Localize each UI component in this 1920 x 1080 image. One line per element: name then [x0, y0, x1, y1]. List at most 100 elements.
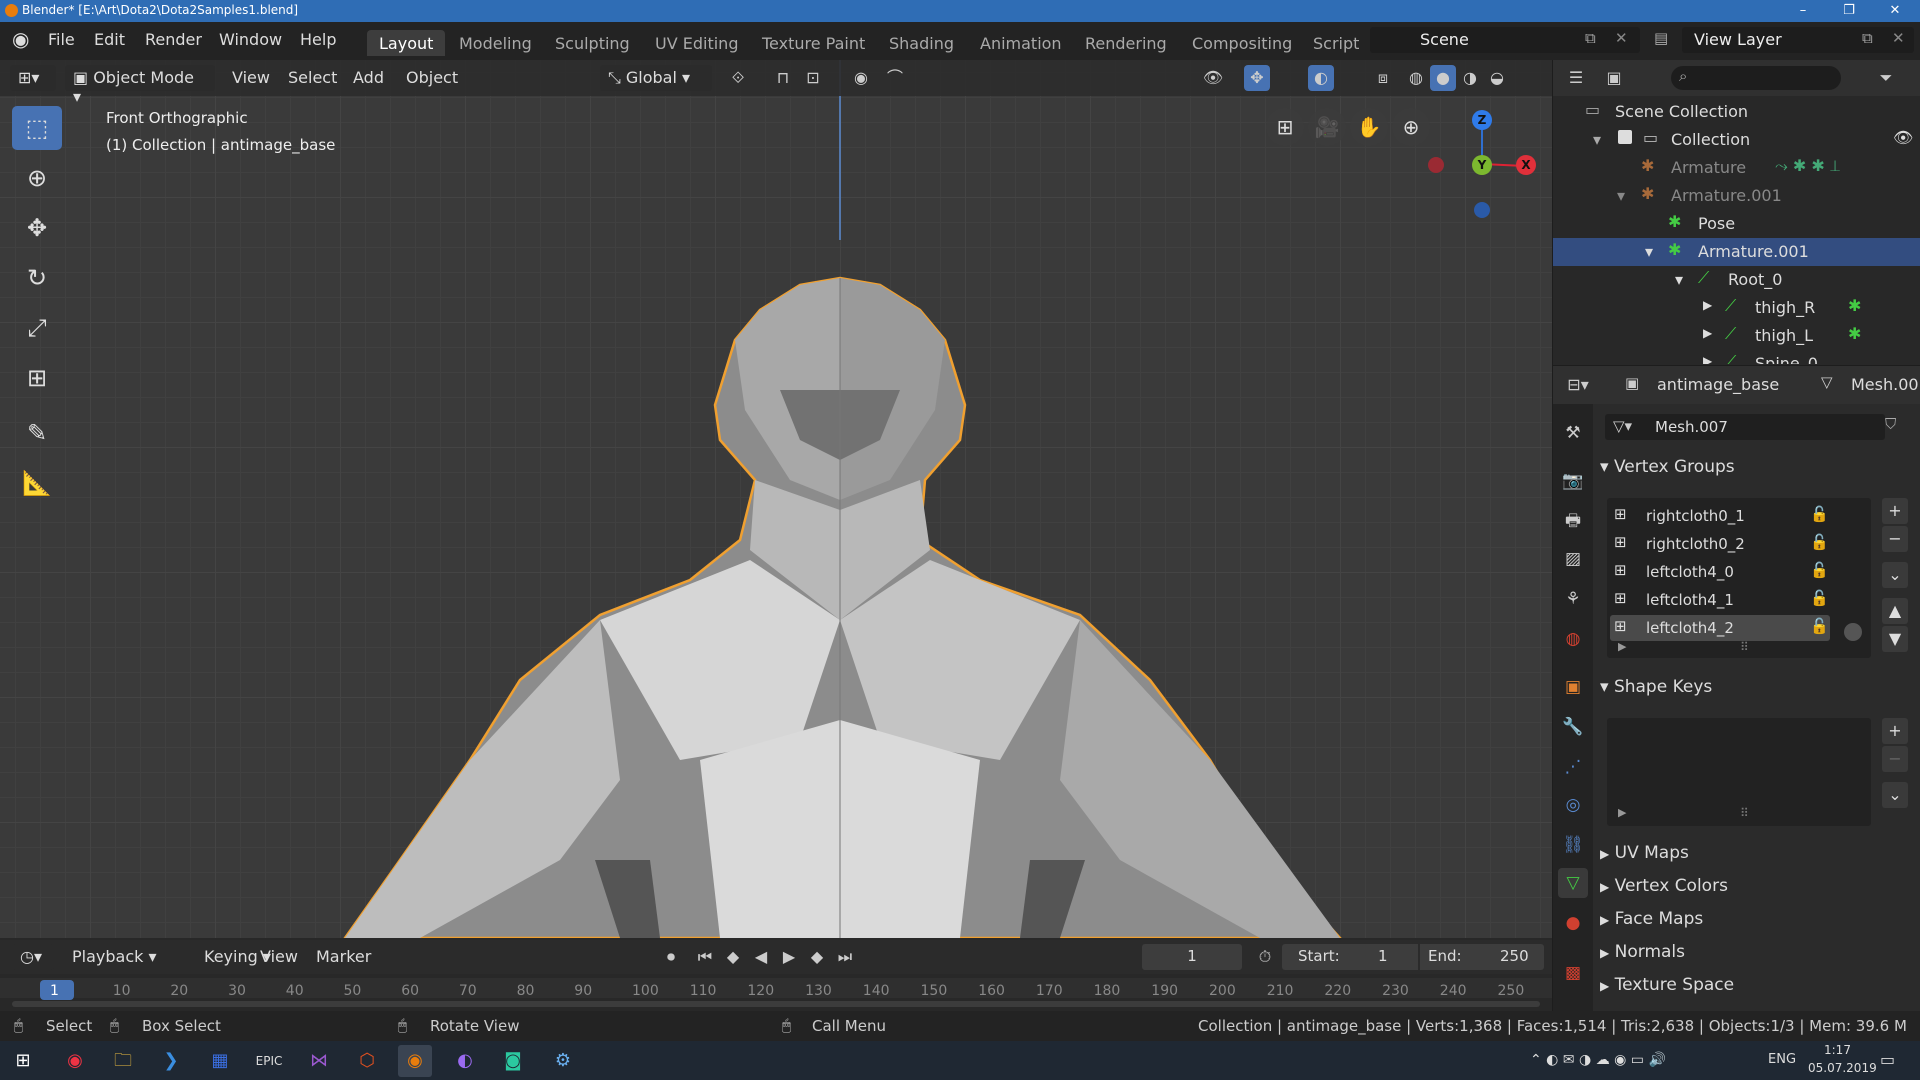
timeline-editor-type-icon[interactable]: ◷▾	[12, 944, 54, 970]
breadcrumb-object[interactable]: antimage_base	[1657, 375, 1779, 394]
blender-menu-icon[interactable]: ◉	[12, 27, 29, 51]
system-tray-icons[interactable]: ⌃ ◐ ✉ ◑ ☁ ◉ ▭ 🔊	[1530, 1052, 1666, 1068]
gizmo-z-axis[interactable]: Z	[1472, 110, 1492, 130]
panel-shape-keys-header[interactable]: ▾ Shape Keys	[1600, 677, 1910, 707]
lock-icon[interactable]: 🔓	[1810, 561, 1829, 579]
menu-help[interactable]: Help	[300, 30, 336, 49]
mesh-browse-icon[interactable]: ▽▾	[1613, 417, 1632, 435]
resize-handle-icon[interactable]: ⠿	[1740, 806, 1749, 820]
chat-app-icon[interactable]: ◙	[496, 1045, 530, 1077]
filter-expand-icon[interactable]: ▶	[1618, 640, 1626, 653]
xray-icon[interactable]: ⧈	[1370, 65, 1396, 91]
expand-arrow-icon[interactable]: ▶	[1703, 326, 1712, 340]
snap-target-icon[interactable]: ⊡	[800, 65, 826, 91]
outliner-search-input[interactable]: ⌕	[1671, 66, 1841, 90]
outliner-row-pose[interactable]: ✱ Pose	[1553, 210, 1920, 238]
tab-animation[interactable]: Animation	[968, 30, 1074, 56]
delete-view-layer-icon[interactable]: ✕	[1892, 29, 1905, 47]
fake-user-shield-icon[interactable]: ⛉	[1885, 415, 1896, 433]
list-item[interactable]: ⊞ leftcloth4_2 🔓	[1610, 615, 1830, 641]
notification-center-icon[interactable]: ▭	[1880, 1050, 1895, 1069]
playback-menu[interactable]: Playback ▾	[64, 944, 165, 970]
outliner-filter-view-icon[interactable]: ▣	[1601, 65, 1627, 91]
panel-face-maps-header[interactable]: ▶ Face Maps	[1600, 909, 1910, 939]
chrome-icon[interactable]: ◉	[58, 1045, 92, 1077]
mesh-data-tab-icon[interactable]: ▽	[1558, 868, 1588, 898]
tab-uv-editing[interactable]: UV Editing	[643, 30, 750, 56]
list-item[interactable]: ⊞ leftcloth4_1 🔓	[1610, 587, 1830, 613]
shape-key-menu-button[interactable]: ⌄	[1882, 782, 1908, 808]
timeline-view-menu[interactable]: View	[252, 944, 306, 970]
tab-texture-paint[interactable]: Texture Paint	[750, 30, 877, 56]
lock-icon[interactable]: 🔓	[1810, 533, 1829, 551]
filter-expand-icon[interactable]: ▶	[1618, 806, 1626, 819]
list-item[interactable]: ⊞ leftcloth4_0 🔓	[1610, 559, 1830, 585]
preview-range-icon[interactable]: ⏱	[1252, 944, 1278, 970]
resize-handle-icon[interactable]: ⠿	[1740, 640, 1749, 654]
overlay-toggle-icon[interactable]: ◐	[1308, 65, 1334, 91]
eye-icon[interactable]: 👁	[1893, 128, 1913, 147]
menu-select[interactable]: Select	[280, 65, 345, 91]
remove-shape-key-button[interactable]: −	[1882, 746, 1908, 772]
select-box-tool-icon[interactable]: ⬚	[12, 106, 62, 150]
clock-date[interactable]: 05.07.2019	[1808, 1061, 1877, 1075]
expand-arrow-icon[interactable]: ▾	[1617, 186, 1625, 205]
view-layer-tab-icon[interactable]: ▨	[1558, 544, 1588, 574]
marker-menu[interactable]: Marker	[308, 944, 379, 970]
scale-tool-icon[interactable]: ⤢	[12, 306, 62, 350]
prev-keyframe-icon[interactable]: ◆	[720, 944, 746, 970]
outliner-row-spine[interactable]: ▶ ⟋ Spine_0	[1553, 350, 1920, 364]
wireframe-shading-icon[interactable]: ◍	[1403, 65, 1429, 91]
scene-selector[interactable]: Scene ⧉ ✕	[1370, 27, 1640, 53]
menu-object[interactable]: Object	[398, 65, 466, 91]
visual-studio-icon[interactable]: ⋈	[302, 1045, 336, 1077]
menu-render[interactable]: Render	[145, 30, 202, 49]
list-item[interactable]: ⊞ rightcloth0_2 🔓	[1610, 531, 1830, 557]
powershell-icon[interactable]: ❯	[154, 1045, 188, 1077]
play-icon[interactable]: ▶	[776, 944, 802, 970]
new-scene-icon[interactable]: ⧉	[1585, 29, 1596, 47]
cursor-tool-icon[interactable]: ⊕	[12, 156, 62, 200]
tab-rendering[interactable]: Rendering	[1073, 30, 1179, 56]
end-frame-field[interactable]: End: 250	[1420, 944, 1544, 970]
toggle-grid-icon[interactable]: ⊞	[1266, 108, 1304, 146]
close-button[interactable]: ✕	[1872, 0, 1918, 22]
gizmo-toggle-icon[interactable]: ✥	[1244, 65, 1270, 91]
outliner-row-collection[interactable]: ▾ ▭ Collection 👁	[1553, 126, 1920, 154]
snap-icon[interactable]: ⊓	[770, 65, 796, 91]
add-shape-key-button[interactable]: +	[1882, 718, 1908, 744]
constraints-tab-icon[interactable]: ⛓	[1558, 830, 1588, 860]
minimize-button[interactable]: –	[1780, 0, 1826, 22]
tab-layout[interactable]: Layout	[367, 30, 446, 56]
visibility-icon[interactable]: 👁	[1200, 65, 1226, 91]
tab-scripting[interactable]: Script	[1301, 30, 1359, 56]
file-explorer-icon[interactable]: 🗀	[106, 1045, 140, 1077]
material-shading-icon[interactable]: ◑	[1457, 65, 1483, 91]
gizmo-y-axis[interactable]: Y	[1472, 155, 1492, 175]
texture-tab-icon[interactable]: ▩	[1558, 958, 1588, 988]
add-vertex-group-button[interactable]: +	[1882, 498, 1908, 524]
outliner-row-armature[interactable]: ✱ Armature ⤳ ✱ ✱ ⟂	[1553, 154, 1920, 182]
scene-tab-icon[interactable]: ⚘	[1558, 584, 1588, 614]
list-scroll-handle[interactable]	[1844, 623, 1862, 641]
blender-taskbar-icon[interactable]: ◉	[398, 1045, 432, 1077]
move-tool-icon[interactable]: ✥	[12, 206, 62, 250]
rotate-tool-icon[interactable]: ↻	[12, 256, 62, 300]
menu-view[interactable]: View	[224, 65, 278, 91]
vertex-group-menu-button[interactable]: ⌄	[1882, 562, 1908, 588]
expand-arrow-icon[interactable]: ▶	[1703, 354, 1712, 364]
panel-vertex-colors-header[interactable]: ▶ Vertex Colors	[1600, 876, 1910, 906]
lock-icon[interactable]: 🔓	[1810, 617, 1829, 635]
outliner-row-thigh-l[interactable]: ▶ ⟋ thigh_L ✱	[1553, 322, 1920, 350]
tab-sculpting[interactable]: Sculpting	[543, 30, 642, 56]
substance-icon[interactable]: ⬡	[350, 1045, 384, 1077]
particles-tab-icon[interactable]: ⋰	[1558, 752, 1588, 782]
camera-view-icon[interactable]: 🎥	[1308, 108, 1346, 146]
falloff-icon[interactable]: ⌒	[882, 65, 908, 91]
breadcrumb-mesh[interactable]: Mesh.00	[1851, 375, 1919, 394]
outliner-row-armature-data[interactable]: ▾ ✱ Armature.001	[1553, 238, 1920, 266]
remove-vertex-group-button[interactable]: −	[1882, 526, 1908, 552]
tab-shading[interactable]: Shading	[877, 30, 966, 56]
transform-tool-icon[interactable]: ⊞	[12, 356, 62, 400]
object-tab-icon[interactable]: ▣	[1558, 672, 1588, 702]
